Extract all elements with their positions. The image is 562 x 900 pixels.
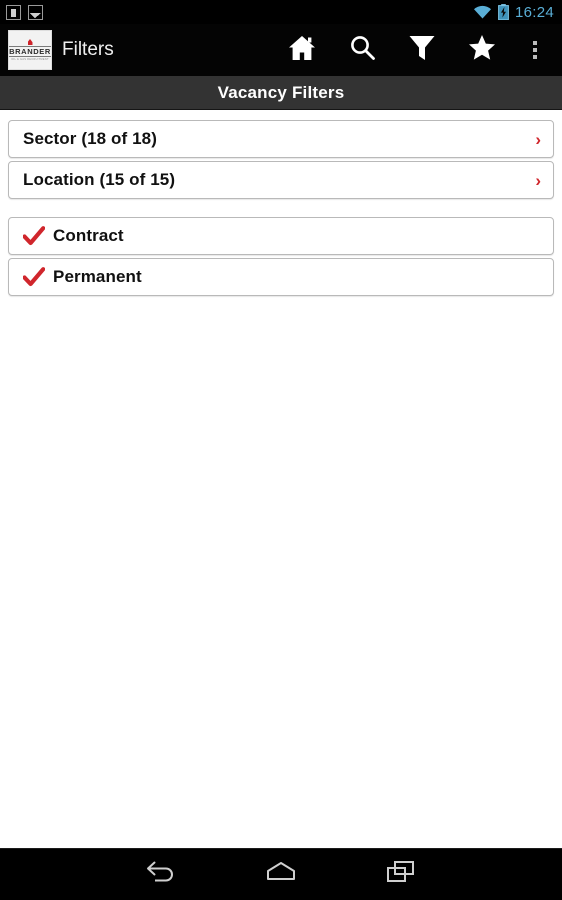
- filter-button[interactable]: [392, 24, 452, 76]
- filter-row-permanent[interactable]: Permanent: [8, 258, 554, 296]
- recent-apps-button[interactable]: [341, 849, 461, 900]
- filter-row-sector[interactable]: Sector (18 of 18) ›: [8, 120, 554, 158]
- search-icon: [349, 34, 376, 66]
- back-button[interactable]: [101, 849, 221, 900]
- navigation-filter-group: Sector (18 of 18) › Location (15 of 15) …: [8, 120, 554, 199]
- filter-icon: [408, 34, 436, 66]
- logo-tagline: OIL & GAS RECRUITMENT: [11, 57, 49, 62]
- android-navigation-bar: [0, 848, 562, 900]
- contract-type-filter-group: Contract Permanent: [8, 217, 554, 296]
- usb-storage-icon: [6, 4, 21, 20]
- home-icon: [288, 35, 316, 66]
- chevron-right-icon: ›: [535, 170, 541, 190]
- wifi-icon: [473, 5, 492, 19]
- filters-content: Sector (18 of 18) › Location (15 of 15) …: [0, 110, 562, 296]
- page-title: Filters: [62, 39, 114, 60]
- brander-logo[interactable]: BRANDER OIL & GAS RECRUITMENT: [8, 30, 52, 70]
- back-icon: [144, 859, 178, 890]
- sub-header: Vacancy Filters: [0, 76, 562, 110]
- filter-row-contract[interactable]: Contract: [8, 217, 554, 255]
- filter-row-label: Contract: [53, 226, 124, 245]
- checkmark-icon[interactable]: [23, 267, 49, 287]
- status-clock: 16:24: [514, 3, 554, 21]
- battery-charging-icon: [498, 4, 509, 20]
- logo-wordmark: BRANDER: [9, 46, 51, 57]
- logo-mark-icon: [27, 39, 33, 45]
- star-icon: [468, 34, 496, 66]
- recent-apps-icon: [385, 859, 417, 890]
- filter-row-location[interactable]: Location (15 of 15) ›: [8, 161, 554, 199]
- home-icon: [264, 860, 298, 889]
- filter-row-label: Location (15 of 15): [23, 170, 176, 189]
- action-bar-buttons: [272, 24, 558, 76]
- overflow-menu-button[interactable]: [512, 24, 558, 76]
- filter-row-label: Sector (18 of 18): [23, 129, 157, 148]
- chevron-right-icon: ›: [535, 129, 541, 149]
- home-button[interactable]: [272, 24, 332, 76]
- overflow-menu-icon: [533, 41, 537, 59]
- filter-row-label: Permanent: [53, 267, 142, 286]
- home-button[interactable]: [221, 849, 341, 900]
- status-system-icons: 16:24: [473, 4, 554, 21]
- app-screen: 16:24 BRANDER OIL & GAS RECRUITMENT Filt…: [0, 0, 562, 900]
- screenshot-icon: [28, 4, 43, 20]
- favourites-button[interactable]: [452, 24, 512, 76]
- checkmark-icon[interactable]: [23, 226, 49, 246]
- action-bar: BRANDER OIL & GAS RECRUITMENT Filters: [0, 24, 562, 76]
- sub-header-title: Vacancy Filters: [217, 82, 345, 102]
- status-notifications: [6, 4, 43, 20]
- status-bar: 16:24: [0, 0, 562, 24]
- search-button[interactable]: [332, 24, 392, 76]
